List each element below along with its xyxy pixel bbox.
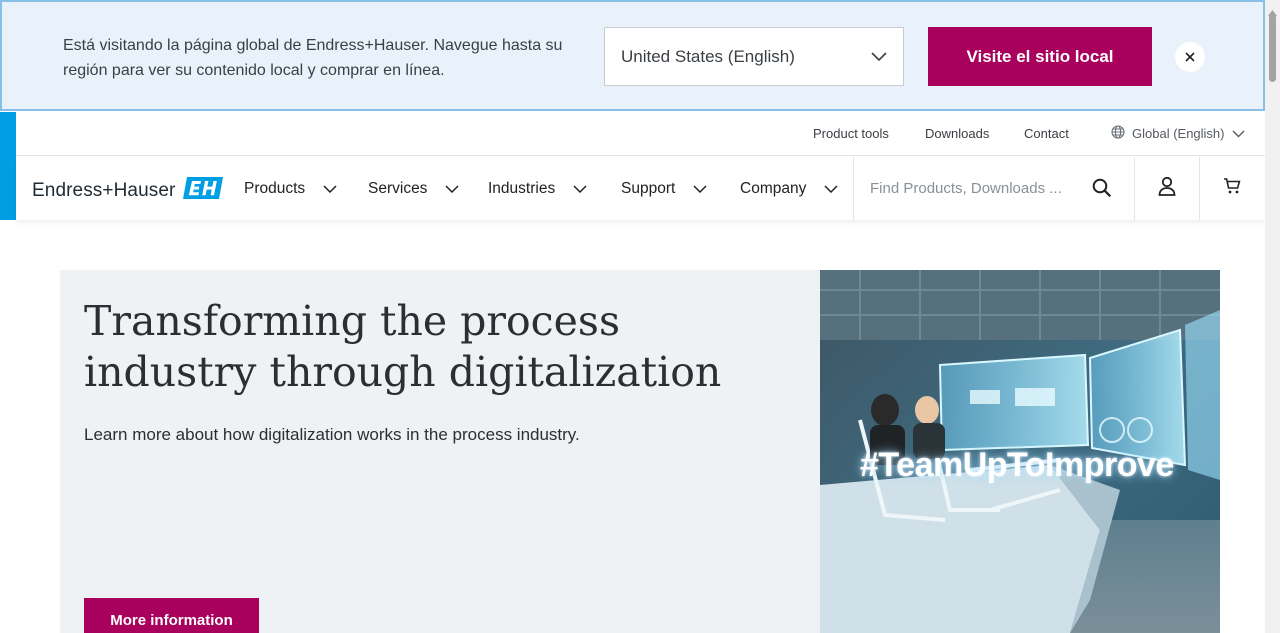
logo-text: Endress+Hauser: [32, 179, 176, 201]
region-select-value: United States (English): [621, 46, 795, 66]
search-icon[interactable]: [1092, 178, 1112, 203]
cart-icon: [1223, 177, 1241, 200]
search-box: [853, 157, 1134, 220]
close-icon[interactable]: [1175, 42, 1205, 72]
chevron-down-icon: [1232, 126, 1245, 141]
nav-support[interactable]: Support: [621, 157, 707, 220]
nav-services[interactable]: Services: [368, 157, 459, 220]
nav-support-label: Support: [621, 179, 676, 197]
hero-section: Transforming the process industry throug…: [60, 270, 1220, 633]
chevron-down-icon: [824, 180, 838, 198]
hero-image-hashtag: #TeamUpToImprove: [860, 446, 1174, 484]
language-selector[interactable]: Global (English): [1111, 125, 1245, 142]
nav-services-label: Services: [368, 179, 428, 197]
nav-company[interactable]: Company: [740, 157, 838, 220]
nav-products[interactable]: Products: [244, 157, 337, 220]
chevron-down-icon: [573, 180, 587, 198]
region-banner: Está visitando la página global de Endre…: [0, 0, 1265, 111]
language-label: Global (English): [1132, 126, 1225, 141]
brand-edge-stripe: [0, 112, 16, 220]
hero-title: Transforming the process industry throug…: [84, 297, 722, 396]
nav-products-label: Products: [244, 179, 306, 197]
visit-local-site-button[interactable]: Visite el sitio local: [928, 27, 1152, 86]
hero-image: #TeamUpToImprove: [820, 270, 1220, 633]
chevron-down-icon: [323, 180, 337, 198]
more-information-button[interactable]: More information: [84, 598, 259, 633]
hero-subtitle: Learn more about how digitalization work…: [84, 425, 580, 444]
nav-industries[interactable]: Industries: [488, 157, 587, 220]
product-tools-link[interactable]: Product tools: [813, 126, 889, 141]
nav-industries-label: Industries: [488, 179, 556, 197]
chevron-down-icon: [871, 49, 887, 65]
eh-logo-icon: [183, 177, 224, 204]
user-icon: [1157, 176, 1177, 201]
downloads-link[interactable]: Downloads: [925, 126, 989, 141]
account-button[interactable]: [1134, 157, 1199, 220]
globe-icon: [1111, 125, 1125, 142]
utility-bar: Product tools Downloads Contact Global (…: [16, 112, 1265, 156]
scrollbar-thumb[interactable]: [1269, 14, 1276, 82]
region-select[interactable]: United States (English): [604, 27, 904, 86]
chevron-down-icon: [693, 180, 707, 198]
nav-company-label: Company: [740, 179, 807, 197]
contact-link[interactable]: Contact: [1024, 126, 1069, 141]
chevron-down-icon: [445, 180, 459, 198]
region-message: Está visitando la página global de Endre…: [63, 37, 563, 79]
main-navigation: Endress+Hauser Products Services Industr…: [16, 157, 1265, 220]
page-scrollbar[interactable]: [1265, 0, 1280, 633]
logo[interactable]: Endress+Hauser: [32, 177, 224, 204]
cart-button[interactable]: [1199, 157, 1264, 220]
search-input[interactable]: [870, 180, 1075, 197]
